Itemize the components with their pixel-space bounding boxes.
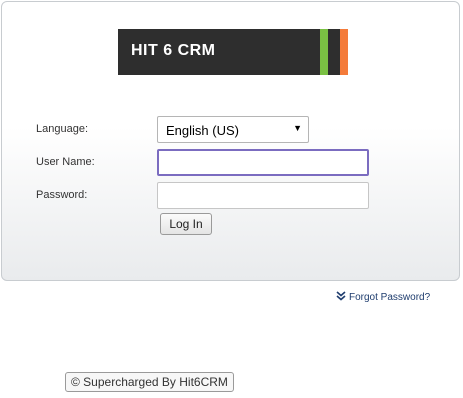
forgot-password-link[interactable]: Forgot Password? <box>336 291 430 303</box>
password-input[interactable] <box>157 182 369 209</box>
double-chevron-down-icon <box>336 291 346 301</box>
username-label: User Name: <box>36 156 95 168</box>
powered-by-text: © Supercharged By Hit6CRM <box>71 375 228 389</box>
logo-text: HIT 6 CRM <box>131 42 216 59</box>
language-selected-value: English (US) <box>166 123 239 138</box>
language-label: Language: <box>36 123 88 135</box>
hit6crm-logo: HIT 6 CRM <box>118 29 348 75</box>
logo-green-stripe <box>320 29 328 75</box>
forgot-password-text: Forgot Password? <box>349 292 431 303</box>
powered-by-badge[interactable]: © Supercharged By Hit6CRM <box>65 372 234 392</box>
logo-orange-stripe <box>340 29 348 75</box>
username-input[interactable] <box>157 149 369 176</box>
password-label: Password: <box>36 189 88 201</box>
login-panel: HIT 6 CRM Language: English (US) ▼ User … <box>1 1 460 281</box>
language-select[interactable]: English (US) ▼ <box>157 116 309 143</box>
dropdown-arrow-icon: ▼ <box>293 123 302 133</box>
login-button[interactable]: Log In <box>160 213 212 235</box>
